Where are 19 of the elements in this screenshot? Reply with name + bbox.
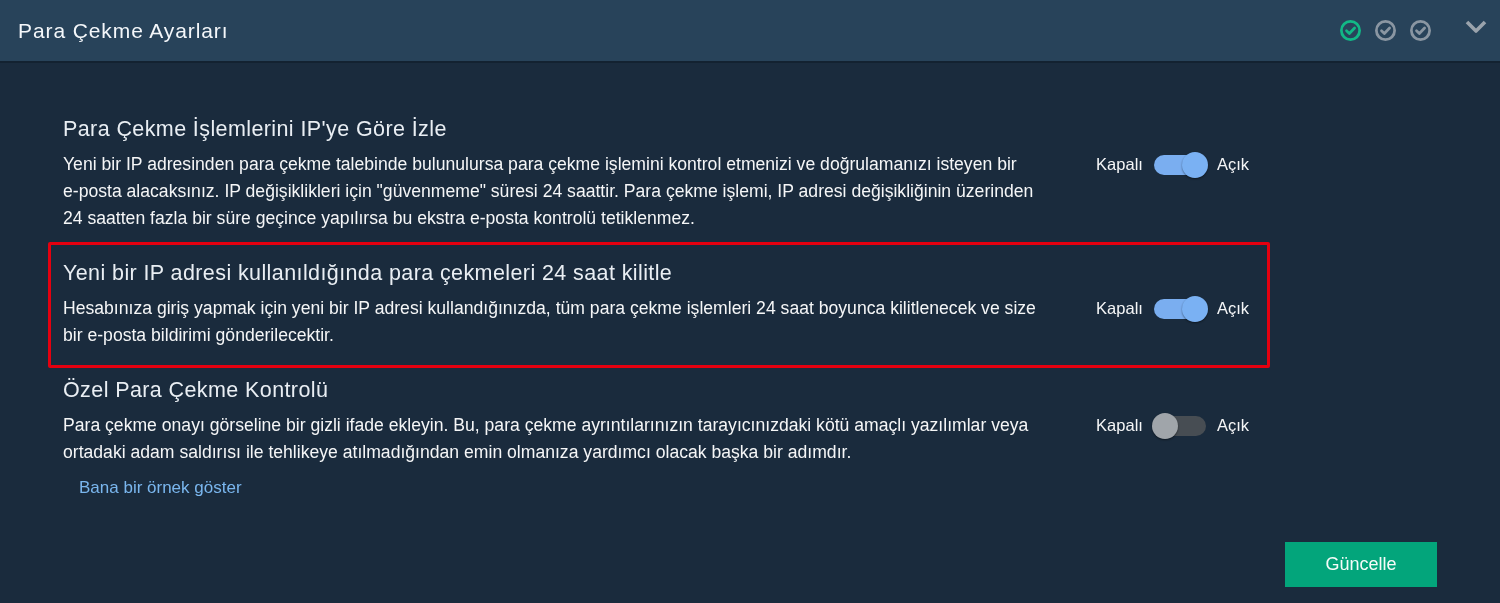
section-description: Para çekme onayı görseline bir gizli ifade ekleyin. Bu, para çekme ayrıntılarınızın tarayıcınızdaki kötü amaçlı yazılımlar veya ortadaki adam saldırısı ile tehlikeye atılmadığından emin olmanıza yardımcı olacak başka bir adımdır. xyxy=(63,414,1030,464)
off-label: Kapalı xyxy=(1096,299,1143,318)
on-label: Açık xyxy=(1216,416,1249,435)
toggle-thumb[interactable] xyxy=(1181,295,1208,322)
section-title: Para Çekme İşlemlerini IP'ye Göre İzle xyxy=(63,117,448,141)
page-title: Para Çekme Ayarları xyxy=(18,18,229,43)
section-title: Özel Para Çekme Kontrolü xyxy=(63,378,330,402)
toggle-switch[interactable] xyxy=(1151,412,1208,439)
section-title: Yeni bir IP adresi kullanıldığında para çekmeleri 24 saat kilitle xyxy=(63,261,674,285)
on-label: Açık xyxy=(1216,155,1249,174)
section-description: Yeni bir IP adresinden para çekme talebinde bulunulursa para çekme işlemini kontrol etmenizi ve doğrulamanızı isteyen bir e-posta alacaksınız. IP değişiklikleri için "güvenmeme" süresi 24 saattir. Para çekme işlemi, IP adresi değişikliğinin üzerinden 24 saatten fazla bir süre geçince yapılırsa bu ekstra e-posta kontrolü tetiklenmez. xyxy=(63,153,1035,230)
toggle-thumb[interactable] xyxy=(1151,412,1178,439)
off-label: Kapalı xyxy=(1096,155,1143,174)
section-description: Hesabınıza giriş yapmak için yeni bir IP adresi kullandığınızda, tüm para çekme işlemleri 24 saat boyunca kilitlenecek ve size bir e-posta bildirimi gönderilecektir. xyxy=(63,297,1037,347)
chevron-down-icon[interactable] xyxy=(1465,19,1487,34)
off-label: Kapalı xyxy=(1096,416,1143,435)
example-link[interactable]: Bana bir örnek göster xyxy=(79,476,242,500)
toggle-thumb[interactable] xyxy=(1181,151,1208,178)
on-label: Açık xyxy=(1216,299,1249,318)
